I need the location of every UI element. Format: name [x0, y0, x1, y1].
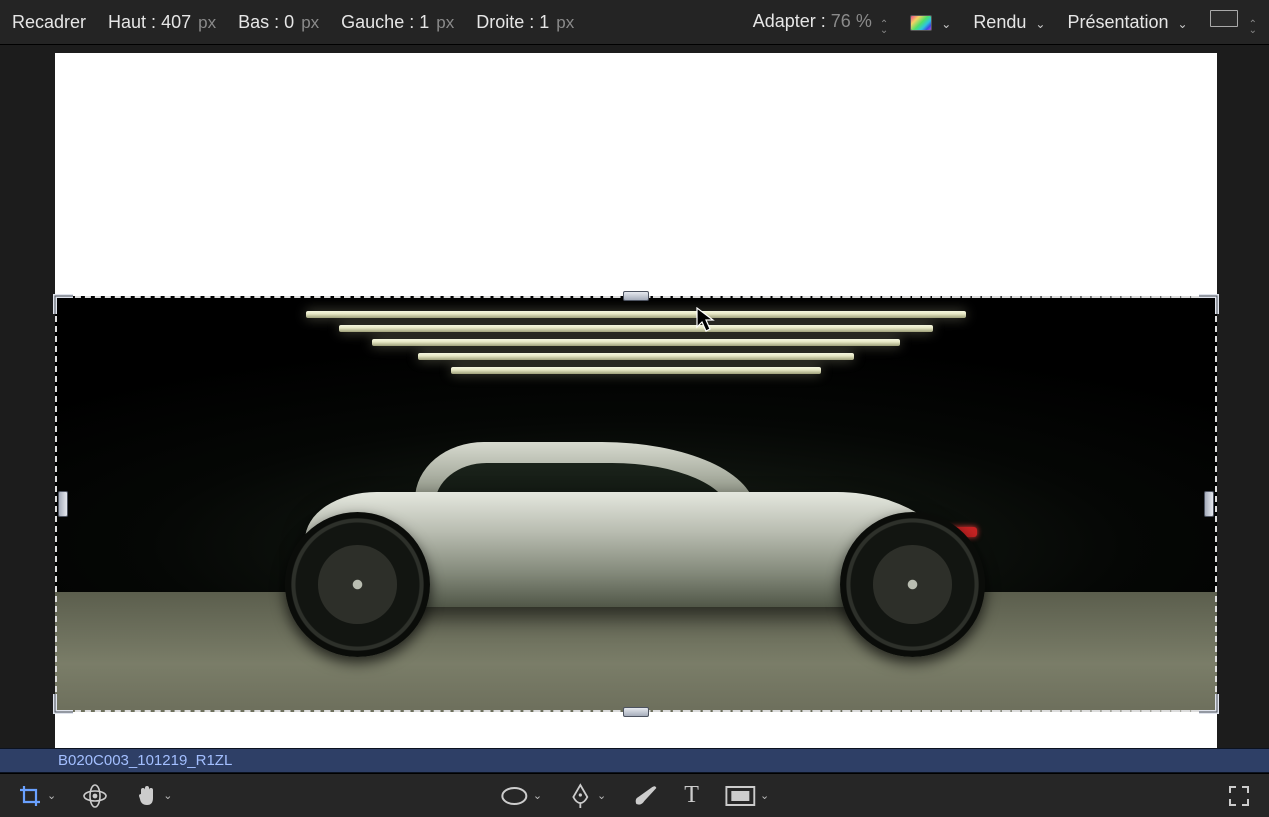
top-toolbar: Recadrer Haut : 407 px Bas : 0 px Gauche… — [0, 0, 1269, 45]
chevron-down-icon: ⌄ — [1178, 17, 1188, 31]
crop-handle-left[interactable] — [58, 491, 68, 517]
chevron-down-icon: ⌄ — [163, 789, 172, 802]
crop-handle-bottom[interactable] — [623, 707, 649, 717]
fit-value[interactable]: 76 — [831, 11, 851, 31]
title-safe-button[interactable]: ⌄ — [725, 786, 769, 806]
crop-handle-top-left[interactable] — [53, 294, 75, 316]
rotate-3d-tool-button[interactable] — [82, 783, 108, 809]
brush-tool-button[interactable] — [632, 784, 658, 808]
clip-name-label: B020C003_101219_R1ZL — [58, 752, 232, 769]
top-toolbar-right: Adapter : 76 % ⌃⌄ ⌄ Rendu ⌄ Présentation… — [753, 10, 1257, 34]
viewer-canvas[interactable] — [0, 45, 1269, 748]
aspect-stepper-icon[interactable]: ⌃⌄ — [1249, 22, 1257, 34]
chevron-down-icon: ⌄ — [47, 789, 56, 802]
crop-top-field[interactable]: Haut : 407 px — [108, 12, 216, 33]
chevron-down-icon: ⌄ — [533, 789, 542, 802]
px-unit: px — [301, 13, 319, 32]
canvas-content — [55, 53, 1217, 748]
chevron-down-icon: ⌄ — [941, 17, 951, 31]
crop-left-label: Gauche : — [341, 12, 414, 32]
aspect-ratio-menu[interactable]: ⌃⌄ — [1210, 10, 1257, 34]
crop-bottom-field[interactable]: Bas : 0 px — [238, 12, 319, 33]
chevron-down-icon: ⌄ — [760, 789, 769, 802]
pen-tool-button[interactable]: ⌄ — [568, 783, 606, 809]
crop-left-value[interactable]: 1 — [419, 12, 429, 32]
chevron-down-icon: ⌄ — [1035, 17, 1045, 31]
chevron-down-icon: ⌄ — [597, 789, 606, 802]
percent-unit: % — [856, 11, 872, 31]
hand-tool-button[interactable]: ⌄ — [134, 784, 172, 808]
px-unit: px — [436, 13, 454, 32]
viewer-window: Recadrer Haut : 407 px Bas : 0 px Gauche… — [0, 0, 1269, 817]
crop-bottom-value[interactable]: 0 — [284, 12, 294, 32]
expand-viewer-button[interactable] — [1227, 784, 1251, 808]
crop-left-field[interactable]: Gauche : 1 px — [341, 12, 454, 33]
fit-label: Adapter : — [753, 11, 826, 31]
crop-top-value[interactable]: 407 — [161, 12, 191, 32]
crop-tool-button[interactable]: ⌄ — [18, 784, 56, 808]
color-wheel-icon — [910, 15, 932, 31]
fit-zoom-control[interactable]: Adapter : 76 % ⌃⌄ — [753, 11, 889, 34]
aspect-ratio-icon — [1210, 10, 1238, 27]
crop-mode-label[interactable]: Recadrer — [12, 12, 86, 33]
crop-handle-right[interactable] — [1204, 491, 1214, 517]
clip-name-bar[interactable]: B020C003_101219_R1ZL — [0, 748, 1269, 773]
crop-bottom-label: Bas : — [238, 12, 279, 32]
crop-handle-top-right[interactable] — [1197, 294, 1219, 316]
px-unit: px — [198, 13, 216, 32]
fit-stepper-icon[interactable]: ⌃⌄ — [880, 22, 888, 34]
crop-rectangle[interactable] — [55, 296, 1217, 712]
crop-readout-group: Recadrer Haut : 407 px Bas : 0 px Gauche… — [12, 12, 574, 33]
crop-top-label: Haut : — [108, 12, 156, 32]
crop-right-label: Droite : — [476, 12, 534, 32]
render-menu[interactable]: Rendu ⌄ — [973, 12, 1045, 33]
crop-right-value[interactable]: 1 — [539, 12, 549, 32]
render-label: Rendu — [973, 12, 1026, 32]
color-channel-picker[interactable]: ⌄ — [910, 12, 951, 33]
crop-handle-bottom-left[interactable] — [53, 692, 75, 714]
px-unit: px — [556, 13, 574, 32]
crop-handle-bottom-right[interactable] — [1197, 692, 1219, 714]
crop-handle-top[interactable] — [623, 291, 649, 301]
crop-right-field[interactable]: Droite : 1 px — [476, 12, 574, 33]
presentation-menu[interactable]: Présentation ⌄ — [1067, 12, 1187, 33]
presentation-label: Présentation — [1067, 12, 1168, 32]
mask-shape-button[interactable]: ⌄ — [500, 786, 542, 806]
text-tool-button[interactable]: T — [684, 782, 699, 809]
bottom-toolbar: ⌄ ⌄ ⌄ ⌄ T ⌄ — [0, 773, 1269, 817]
